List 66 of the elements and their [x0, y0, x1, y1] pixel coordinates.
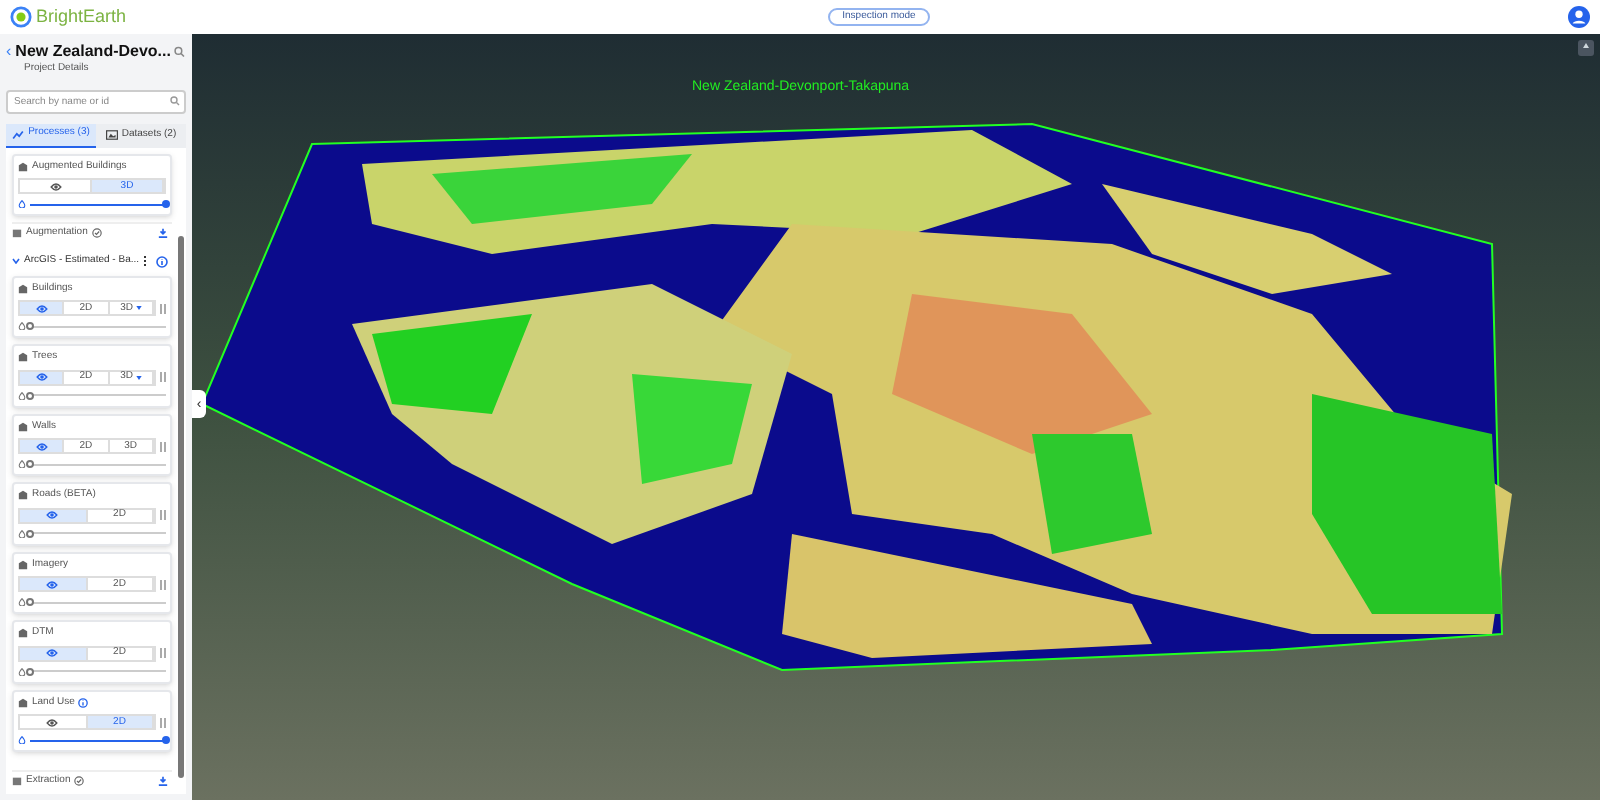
slider-thumb[interactable] — [162, 736, 170, 744]
visibility-toggle[interactable] — [20, 371, 65, 383]
project-title: New Zealand-Devo... — [15, 44, 171, 60]
slider-thumb[interactable] — [26, 667, 34, 675]
layer-icon — [18, 490, 28, 501]
slider-thumb[interactable] — [26, 598, 34, 606]
layer-icon — [18, 352, 28, 363]
eye-icon — [35, 441, 48, 451]
opacity-icon — [18, 667, 26, 675]
user-avatar-icon[interactable] — [1567, 6, 1590, 28]
slider-thumb[interactable] — [26, 529, 34, 537]
opacity-icon — [18, 529, 26, 537]
slider-thumb[interactable] — [26, 322, 34, 330]
check-circle-icon — [91, 228, 102, 238]
drag-handle-icon[interactable] — [160, 717, 166, 727]
search-icon — [170, 96, 180, 106]
layer-icon — [18, 283, 28, 294]
eye-icon — [46, 717, 59, 727]
logo-icon — [10, 6, 32, 28]
search-icon[interactable] — [174, 46, 186, 58]
visibility-toggle[interactable] — [20, 509, 87, 521]
slider-thumb[interactable] — [26, 391, 34, 399]
opacity-icon — [18, 200, 26, 208]
image-icon — [105, 130, 118, 140]
chart-line-icon — [12, 129, 25, 139]
caret-icon — [135, 375, 142, 379]
eye-icon — [35, 372, 48, 382]
opacity-icon — [18, 598, 26, 606]
info-icon[interactable] — [78, 697, 89, 708]
compass-icon[interactable] — [1578, 40, 1594, 56]
chevron-icon — [12, 258, 20, 265]
eye-icon — [46, 510, 59, 520]
drag-handle-icon[interactable] — [160, 510, 166, 520]
eye-icon — [49, 181, 61, 191]
download-icon[interactable] — [158, 776, 168, 786]
opacity-icon — [18, 736, 26, 744]
drag-handle-icon[interactable] — [160, 579, 166, 589]
check-circle-icon — [74, 776, 85, 786]
eye-icon — [46, 648, 59, 658]
opacity-icon — [18, 391, 26, 399]
building-icon — [12, 228, 22, 238]
drag-handle-icon[interactable] — [160, 303, 166, 313]
layer-icon — [18, 628, 28, 639]
visibility-toggle[interactable] — [20, 440, 65, 452]
opacity-icon — [18, 460, 26, 468]
eye-icon — [35, 303, 48, 313]
layer-icon — [18, 421, 28, 432]
opacity-icon — [18, 322, 26, 330]
eye-icon — [46, 579, 59, 589]
visibility-toggle[interactable] — [20, 578, 87, 590]
slider-thumb[interactable] — [162, 200, 170, 208]
extraction-icon — [12, 776, 22, 786]
caret-icon — [135, 306, 142, 310]
drag-handle-icon[interactable] — [160, 648, 166, 658]
layer-icon — [18, 161, 28, 172]
drag-handle-icon[interactable] — [160, 372, 166, 382]
layer-icon — [18, 559, 28, 570]
visibility-toggle[interactable] — [20, 647, 87, 659]
map-drawing[interactable] — [192, 34, 1600, 800]
logo-text: BrightEarth — [36, 3, 127, 30]
info-icon[interactable] — [156, 255, 168, 268]
drag-handle-icon[interactable] — [160, 441, 166, 451]
slider-thumb[interactable] — [26, 460, 34, 468]
download-icon[interactable] — [158, 228, 168, 238]
layer-icon — [18, 697, 28, 708]
visibility-toggle[interactable] — [20, 302, 65, 314]
